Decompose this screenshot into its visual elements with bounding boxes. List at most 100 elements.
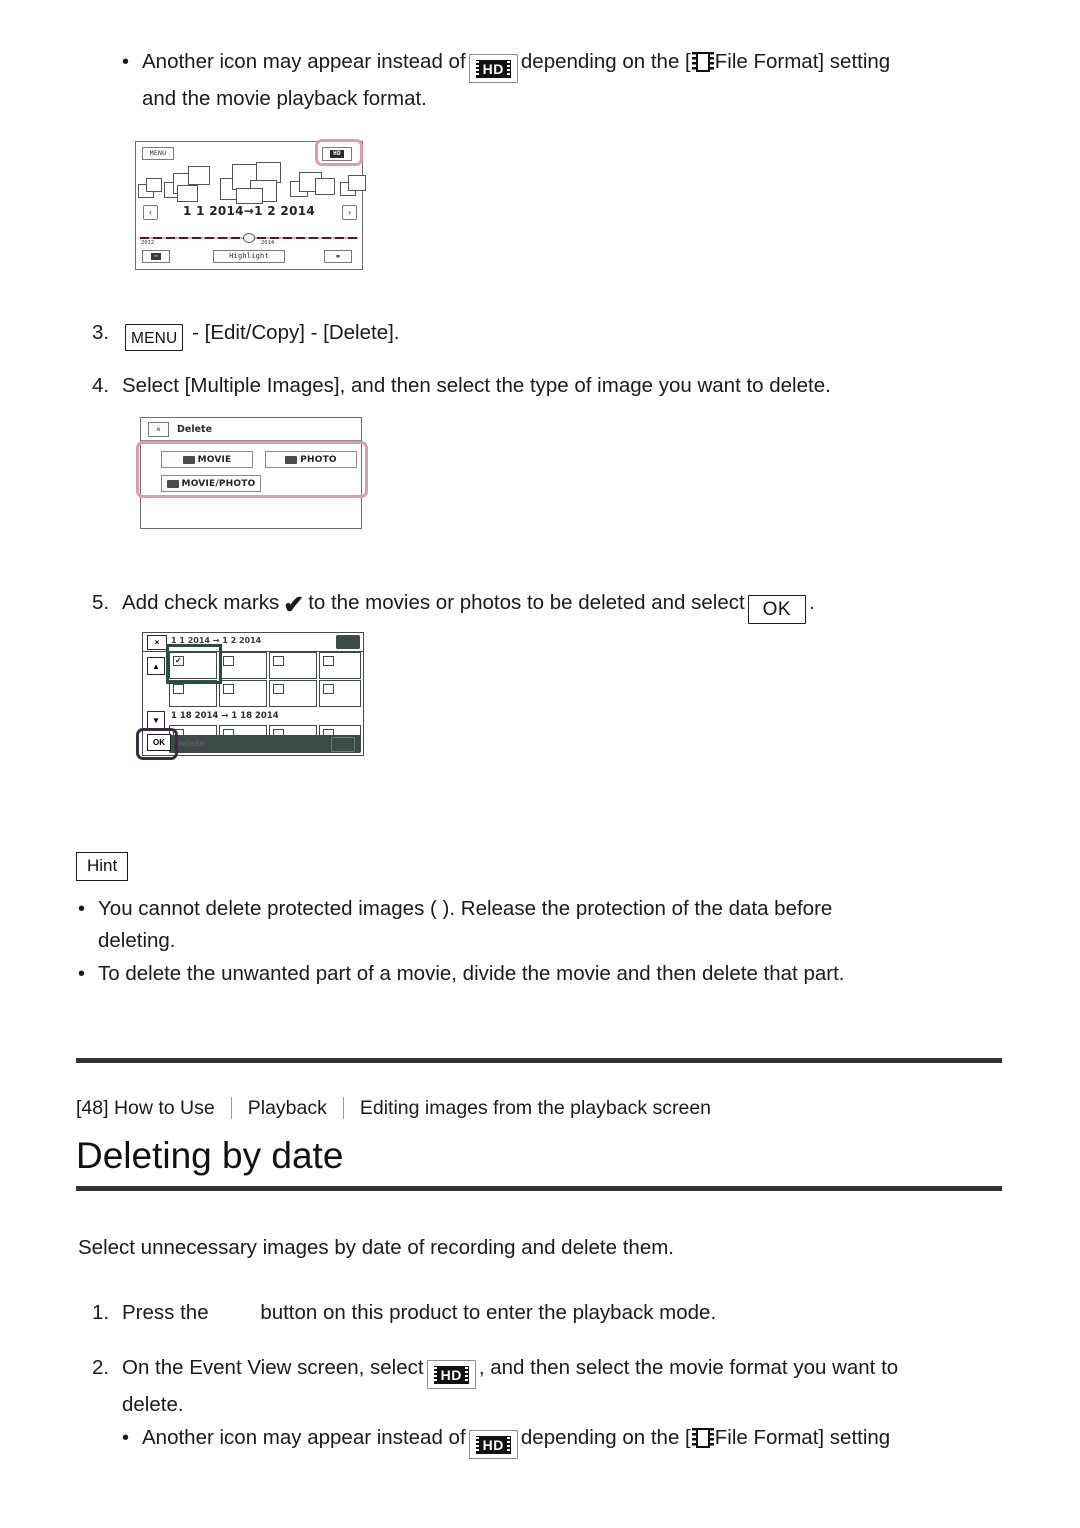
event-view-prev-button[interactable]: ‹: [143, 205, 158, 220]
movie-photo-icon: [166, 479, 179, 488]
step-3: 3. MENU - [Edit/Copy] - [Delete].: [92, 317, 992, 351]
step-4-number: 4.: [92, 374, 110, 397]
top-note-text-middle: depending on the [: [520, 50, 691, 73]
ok-button-chip[interactable]: OK: [747, 595, 806, 624]
checkbox[interactable]: [223, 684, 234, 694]
bullet-marker: •: [78, 898, 86, 920]
top-note-text-after: File Format] setting: [714, 50, 891, 73]
bottom-bar-right-button[interactable]: [331, 737, 355, 752]
hd-icon: HD: [468, 1430, 518, 1459]
delete-dialog-screen: × Delete MOVIE PHOTO MOVIE/PHOTO: [140, 417, 362, 529]
thumbnail-cell[interactable]: [169, 680, 217, 707]
hd-icon-label: HD: [482, 1437, 504, 1453]
hint-bullet-2: • To delete the unwanted part of a movie…: [78, 958, 988, 990]
hd-icon: HD: [468, 54, 518, 83]
breadcrumb-item-how-to-use[interactable]: [48] How to Use: [76, 1095, 215, 1121]
step2-1: 1. Press the button on this product to e…: [92, 1297, 1002, 1329]
step2-2: 2. On the Event View screen, select HD , a…: [92, 1352, 1012, 1421]
delete-option-movie[interactable]: MOVIE: [161, 451, 253, 468]
checkbox[interactable]: [273, 656, 284, 666]
film-strip-icon: [691, 52, 714, 72]
step2-1-text-after: button on this product to enter the play…: [260, 1301, 717, 1324]
event-view-bottom-bar: ▭ Highlight ⚭: [136, 250, 362, 266]
screenshot-delete-dialog: × Delete MOVIE PHOTO MOVIE/PHOTO: [136, 417, 368, 535]
bottom-note-text-middle: depending on the [: [520, 1426, 691, 1449]
hd-icon: HD: [426, 1360, 476, 1389]
step-3-number: 3.: [92, 321, 110, 344]
delete-dialog-titlebar: × Delete: [141, 418, 361, 441]
step-5: 5. Add check marks ✔ to the movies or phot…: [92, 587, 1012, 624]
section-divider-bottom: [76, 1186, 1002, 1191]
checkbox[interactable]: [273, 684, 284, 694]
step-5-text-middle: to the movies or photos to be deleted an…: [308, 591, 745, 614]
event-view-next-button[interactable]: ›: [342, 205, 357, 220]
breadcrumb-item-playback[interactable]: Playback: [248, 1095, 327, 1121]
top-note-text-before: Another icon may appear instead of: [142, 50, 466, 73]
bullet-marker: •: [122, 51, 130, 73]
timeline-year-left: 2012: [141, 240, 155, 246]
step-5-text-after: .: [808, 591, 815, 614]
multi-select-ok-button[interactable]: OK: [147, 734, 171, 751]
top-note: • Another icon may appear instead of HD de…: [122, 46, 1012, 115]
step-5-text-before: Add check marks: [122, 591, 280, 614]
step2-1-number: 1.: [92, 1301, 110, 1324]
checkmark-icon: ✔: [283, 591, 305, 619]
scroll-down-button[interactable]: ▼: [147, 711, 165, 729]
close-icon[interactable]: ×: [147, 635, 167, 650]
event-view-map-button[interactable]: ⚭: [324, 250, 352, 263]
breadcrumb-separator: [230, 1097, 232, 1119]
thumbnail-cell[interactable]: [319, 652, 361, 679]
thumbnail-cell[interactable]: [269, 652, 317, 679]
checkbox[interactable]: [323, 656, 334, 666]
step2-2-text-after: , and then select the movie format you w…: [478, 1356, 899, 1379]
multi-select-date-middle: 1 18 2014 → 1 18 2014: [171, 711, 279, 721]
bottom-note-text-before: Another icon may appear instead of: [142, 1426, 466, 1449]
event-view-timeline[interactable]: 2012 2014: [140, 233, 358, 246]
thumbnail-cell[interactable]: [269, 680, 317, 707]
thumbnail-cell[interactable]: [169, 652, 217, 679]
bottom-note-text-after: File Format] setting: [714, 1426, 891, 1449]
thumbnail-cell[interactable]: [319, 680, 361, 707]
step-5-number: 5.: [92, 591, 110, 614]
timeline-year-right: 2014: [261, 240, 275, 246]
thumbnail-cell[interactable]: [219, 652, 267, 679]
step-4: 4. Select [Multiple Images], and then se…: [92, 370, 992, 402]
step2-2-number: 2.: [92, 1356, 110, 1379]
event-view-mode-button[interactable]: ▭: [142, 250, 170, 263]
hint-bullet-2-line1: To delete the unwanted part of a movie, …: [98, 962, 845, 985]
step2-1-text-before: Press the: [122, 1301, 209, 1324]
page-title: Deleting by date: [76, 1135, 344, 1176]
checkbox[interactable]: [223, 656, 234, 666]
event-view-highlight-button[interactable]: Highlight: [213, 250, 285, 263]
event-view-hd-button[interactable]: HD: [322, 147, 352, 161]
bullet-marker: •: [78, 963, 86, 985]
hint-bullet-1-line1: You cannot delete protected images ( ). …: [98, 897, 833, 920]
checkbox[interactable]: [173, 655, 184, 666]
intro-text: Select unnecessary images by date of rec…: [78, 1236, 674, 1259]
event-view-menu-button[interactable]: MENU: [142, 147, 174, 160]
hd-icon-label: HD: [482, 61, 504, 77]
delete-option-movie-photo[interactable]: MOVIE/PHOTO: [161, 475, 261, 492]
breadcrumb-item-editing-images[interactable]: Editing images from the playback screen: [360, 1095, 711, 1121]
section-divider-top: [76, 1058, 1002, 1063]
delete-option-photo[interactable]: PHOTO: [265, 451, 357, 468]
step2-2-line2: delete.: [122, 1392, 184, 1416]
checkbox[interactable]: [173, 684, 184, 694]
bottom-bar-label: Delete: [175, 739, 205, 748]
timeline-knob[interactable]: [243, 233, 255, 243]
photo-icon: [285, 455, 298, 464]
close-icon[interactable]: ×: [148, 421, 169, 437]
delete-dialog-title: Delete: [177, 423, 213, 435]
multi-select-date-top: 1 1 2014 → 1 2 2014: [171, 636, 262, 645]
screenshot-multi-select: × 1 1 2014 → 1 2 2014 ▲ ▼ 1 18 2014 → 1 …: [136, 632, 370, 762]
thumbnail-cell[interactable]: [219, 680, 267, 707]
menu-button-chip[interactable]: MENU: [125, 324, 184, 351]
hint-label: Hint: [76, 852, 129, 881]
event-view-screen: MENU HD ‹ › 1 1 2014→1 2 2014 2012 2014 …: [135, 141, 366, 270]
step-3-text: - [Edit/Copy] - [Delete].: [192, 321, 400, 344]
screenshot-event-view: MENU HD ‹ › 1 1 2014→1 2 2014 2012 2014 …: [135, 139, 369, 276]
scroll-up-button[interactable]: ▲: [147, 657, 165, 675]
checkbox[interactable]: [323, 684, 334, 694]
multi-select-corner-button[interactable]: [336, 635, 360, 649]
breadcrumb: [48] How to Use Playback Editing images …: [76, 1095, 711, 1121]
